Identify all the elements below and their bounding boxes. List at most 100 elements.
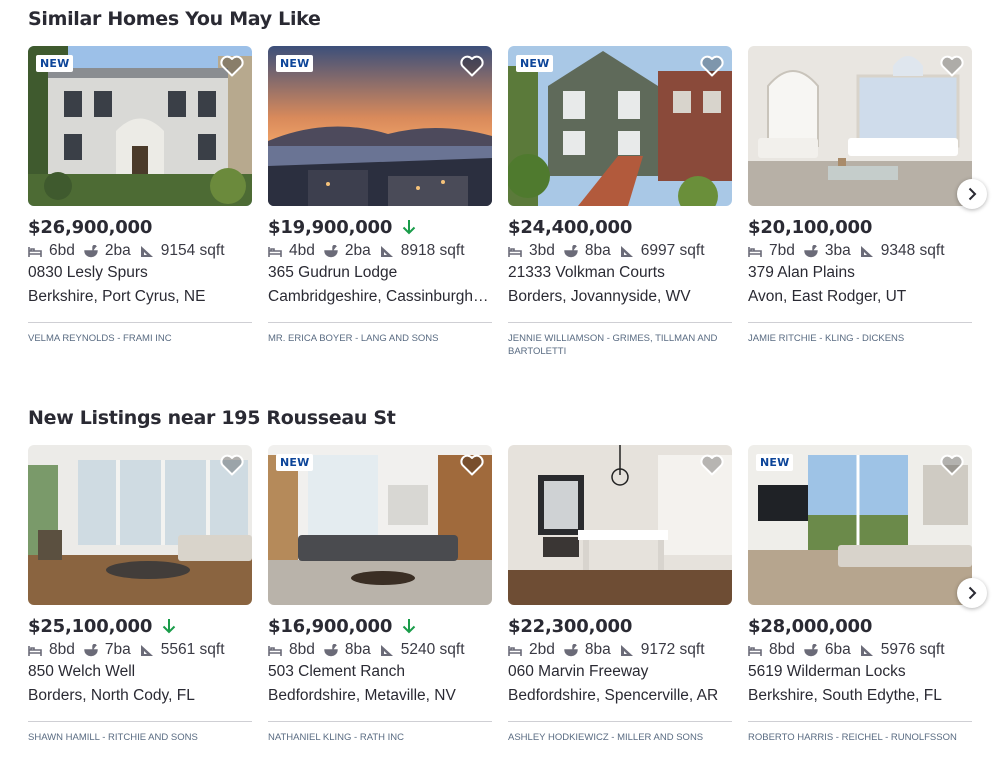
bed-icon [508, 246, 522, 257]
listing-photo[interactable]: NEW [268, 46, 492, 206]
price-row: $16,900,000 [268, 613, 416, 639]
address-street[interactable]: 850 Welch Well [28, 663, 252, 681]
heart-icon [940, 55, 964, 77]
listing-card[interactable]: NEW $19,900,000 4bd 2ba 8918 sqft 365 Gu… [268, 46, 492, 366]
baths-value: 8ba [344, 641, 371, 658]
divider [28, 721, 252, 722]
address-street[interactable]: 21333 Volkman Courts [508, 264, 732, 282]
sqft-value: 9154 sqft [160, 242, 225, 259]
listing-photo[interactable] [748, 46, 972, 206]
bath-icon [84, 643, 98, 656]
new-badge: NEW [276, 454, 314, 471]
ruler-icon [860, 245, 873, 257]
sqft-value: 8918 sqft [400, 242, 465, 259]
ruler-icon [140, 644, 153, 656]
carousel-next-button[interactable] [957, 578, 987, 608]
favorite-button[interactable] [458, 451, 486, 479]
baths-fact: 8ba [564, 242, 611, 260]
favorite-button[interactable] [698, 52, 726, 80]
listing-card[interactable]: $20,100,000 7bd 3ba 9348 sqft 379 Alan P… [748, 46, 972, 366]
listing-photo[interactable]: NEW [508, 46, 732, 206]
favorite-button[interactable] [218, 451, 246, 479]
favorite-button[interactable] [938, 451, 966, 479]
ruler-icon [380, 644, 393, 656]
listing-agent: ROBERTO HARRIS - REICHEL - RUNOLFSSON [748, 732, 957, 743]
address-street[interactable]: 379 Alan Plains [748, 264, 972, 282]
price-row: $26,900,000 [28, 214, 152, 240]
price-row: $28,000,000 [748, 613, 872, 639]
beds-fact: 8bd [28, 641, 75, 659]
price: $25,100,000 [28, 615, 153, 637]
divider [28, 322, 252, 323]
address-locality[interactable]: Avon, East Rodger, UT [748, 288, 972, 306]
baths-fact: 2ba [84, 242, 131, 260]
sqft-fact: 9348 sqft [860, 242, 945, 260]
section-title: New Listings near 195 Rousseau St [28, 407, 396, 429]
new-badge: NEW [36, 55, 74, 72]
address-locality[interactable]: Cambridgeshire, Cassinburgh, OH [268, 288, 492, 306]
carousel-next-button[interactable] [957, 179, 987, 209]
listing-photo[interactable]: NEW [748, 445, 972, 605]
baths-fact: 3ba [804, 242, 851, 260]
card-carousel: $25,100,000 8bd 7ba 5561 sqft 850 Welch … [28, 445, 988, 775]
bath-icon [324, 244, 338, 257]
ruler-icon [620, 644, 633, 656]
sqft-fact: 5561 sqft [140, 641, 225, 659]
heart-icon [460, 454, 484, 476]
address-locality[interactable]: Berkshire, Port Cyrus, NE [28, 288, 252, 306]
favorite-button[interactable] [458, 52, 486, 80]
bath-icon [84, 244, 98, 257]
heart-icon [940, 454, 964, 476]
address-locality[interactable]: Bedfordshire, Spencerville, AR [508, 687, 732, 705]
bed-icon [268, 645, 282, 656]
address-street[interactable]: 060 Marvin Freeway [508, 663, 732, 681]
listing-card[interactable]: NEW $24,400,000 3bd 8ba 6997 sqft 21333 … [508, 46, 732, 366]
listing-photo[interactable] [508, 445, 732, 605]
address-street[interactable]: 503 Clement Ranch [268, 663, 492, 681]
listing-photo[interactable] [28, 445, 252, 605]
address-locality[interactable]: Berkshire, South Edythe, FL [748, 687, 972, 705]
beds-value: 2bd [529, 641, 555, 658]
chevron-right-icon [968, 187, 977, 201]
favorite-button[interactable] [698, 451, 726, 479]
bed-icon [748, 246, 762, 257]
favorite-button[interactable] [938, 52, 966, 80]
address-locality[interactable]: Borders, North Cody, FL [28, 687, 252, 705]
listing-agent: JENNIE WILLIAMSON - GRIMES, TILLMAN AND … [508, 333, 718, 357]
bath-icon [564, 244, 578, 257]
listing-card[interactable]: NEW $16,900,000 8bd 8ba 5240 sqft 503 Cl… [268, 445, 492, 765]
address-locality[interactable]: Bedfordshire, Metaville, NV [268, 687, 492, 705]
listing-photo[interactable]: NEW [28, 46, 252, 206]
address-locality[interactable]: Borders, Jovannyside, WV [508, 288, 732, 306]
address-street[interactable]: 0830 Lesly Spurs [28, 264, 252, 282]
favorite-button[interactable] [218, 52, 246, 80]
beds-value: 4bd [289, 242, 315, 259]
baths-fact: 8ba [564, 641, 611, 659]
arrow-down-icon [402, 220, 416, 235]
heart-icon [220, 454, 244, 476]
new-badge: NEW [516, 55, 554, 72]
heart-icon [700, 55, 724, 77]
listing-card[interactable]: $22,300,000 2bd 8ba 9172 sqft 060 Marvin… [508, 445, 732, 765]
baths-fact: 2ba [324, 242, 371, 260]
bed-icon [748, 645, 762, 656]
listing-card[interactable]: NEW $28,000,000 8bd 6ba 5976 sqft 5619 W… [748, 445, 972, 765]
bath-icon [324, 643, 338, 656]
address-street[interactable]: 5619 Wilderman Locks [748, 663, 972, 681]
home-facts: 8bd 8ba 5240 sqft [268, 639, 474, 661]
bed-icon [268, 246, 282, 257]
bath-icon [564, 643, 578, 656]
price-row: $19,900,000 [268, 214, 416, 240]
ruler-icon [140, 245, 153, 257]
listing-card[interactable]: NEW $26,900,000 6bd 2ba 9154 sqft 0830 L… [28, 46, 252, 366]
sqft-value: 5976 sqft [880, 641, 945, 658]
listing-card[interactable]: $25,100,000 8bd 7ba 5561 sqft 850 Welch … [28, 445, 252, 765]
heart-icon [220, 55, 244, 77]
address-street[interactable]: 365 Gudrun Lodge [268, 264, 492, 282]
sqft-fact: 5240 sqft [380, 641, 465, 659]
beds-fact: 6bd [28, 242, 75, 260]
listing-photo[interactable]: NEW [268, 445, 492, 605]
sqft-fact: 9154 sqft [140, 242, 225, 260]
heart-icon [460, 55, 484, 77]
baths-fact: 8ba [324, 641, 371, 659]
